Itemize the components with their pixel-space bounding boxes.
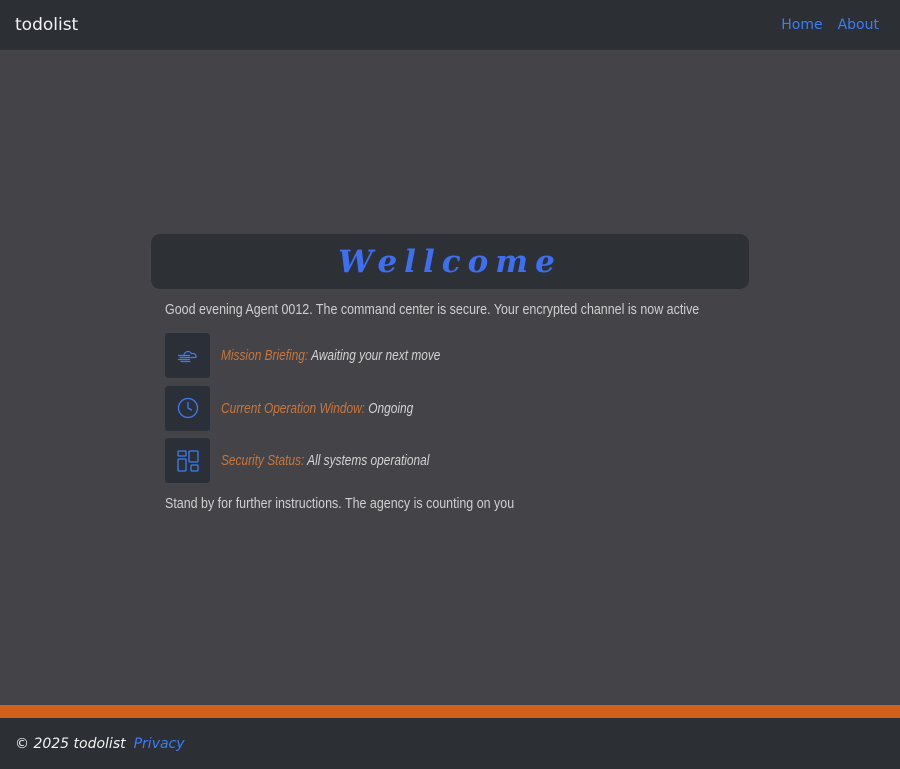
welcome-title: Wellcome: [338, 243, 562, 280]
greeting-text: Good evening Agent 0012. The command cen…: [165, 302, 700, 318]
dashboard-icon: [165, 438, 210, 483]
copyright-text: © 2025 todolist: [15, 735, 126, 752]
cloud-wind-icon: [165, 333, 210, 378]
operation-window-text: Current Operation Window: Ongoing: [221, 401, 413, 417]
security-status-value: All systems operational: [307, 452, 430, 469]
mission-briefing-text: Mission Briefing: Awaiting your next mov…: [221, 348, 440, 364]
brand-logo-text[interactable]: todolist: [15, 15, 78, 35]
mission-briefing-value: Awaiting your next move: [311, 347, 441, 364]
security-status-text: Security Status: All systems operational: [221, 453, 429, 469]
mission-briefing-label: Mission Briefing:: [221, 347, 309, 364]
status-row-mission: Mission Briefing: Awaiting your next mov…: [165, 333, 489, 378]
main-content: Wellcome Good evening Agent 0012. The co…: [0, 50, 900, 705]
nav-link-about[interactable]: About: [838, 17, 879, 33]
security-status-label: Security Status:: [221, 452, 305, 469]
status-row-security: Security Status: All systems operational: [165, 438, 475, 483]
footer-accent-bar: [0, 705, 900, 718]
welcome-banner: Wellcome: [151, 234, 749, 289]
operation-window-label: Current Operation Window:: [221, 400, 365, 417]
nav-links: Home About: [781, 17, 879, 33]
page-footer: © 2025 todolist Privacy: [0, 718, 900, 769]
status-row-operation-window: Current Operation Window: Ongoing: [165, 386, 455, 431]
standby-text: Stand by for further instructions. The a…: [165, 496, 515, 512]
top-navbar: todolist Home About: [0, 0, 900, 50]
operation-window-value: Ongoing: [368, 400, 414, 417]
privacy-link[interactable]: Privacy: [134, 736, 185, 752]
clock-icon: [165, 386, 210, 431]
nav-link-home[interactable]: Home: [781, 17, 822, 33]
